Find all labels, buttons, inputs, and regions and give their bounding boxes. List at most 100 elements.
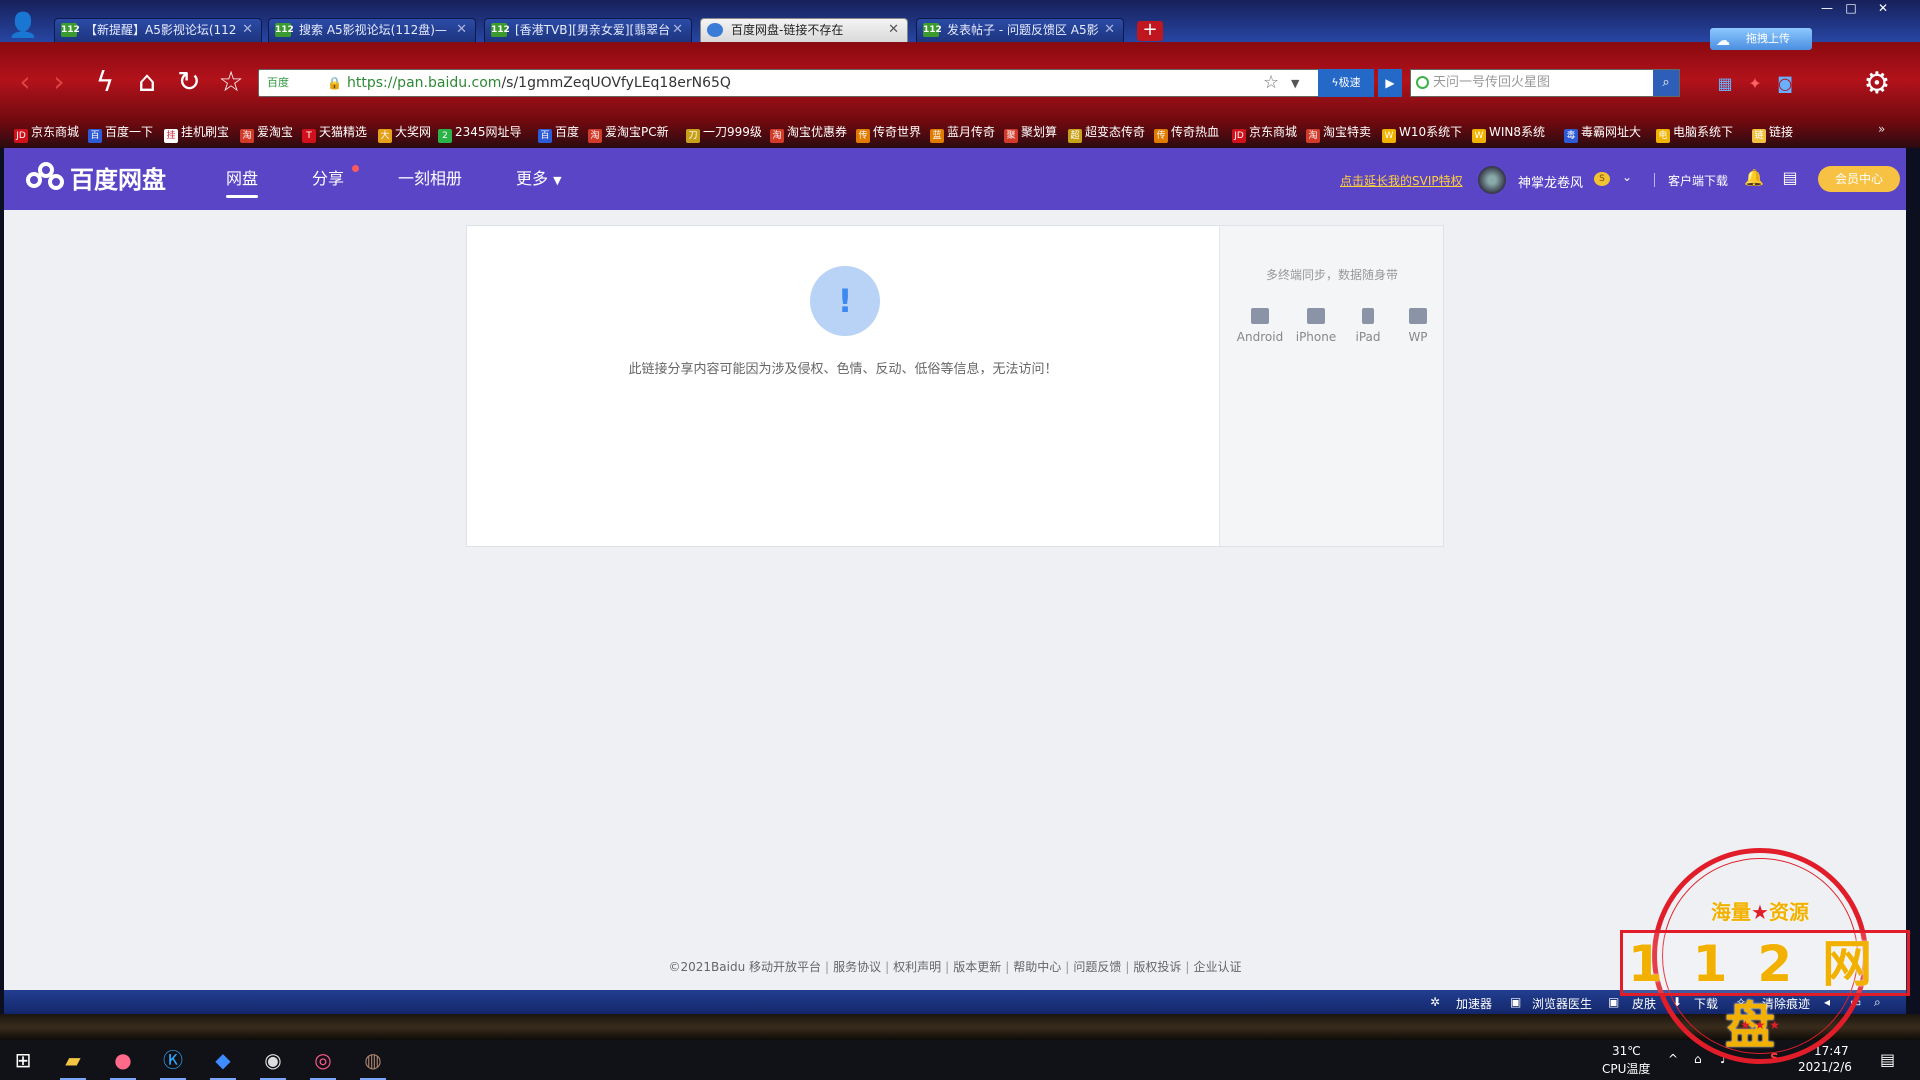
bookmark-item[interactable]: 链链接 <box>1752 124 1793 143</box>
bookmark-item[interactable]: 百百度一下 <box>88 124 153 143</box>
media-player-icon[interactable]: ◉ <box>258 1046 288 1080</box>
maximize-icon[interactable]: □ <box>1840 0 1862 16</box>
search-input[interactable]: 天问一号传回火星图 <box>1433 70 1653 96</box>
certificate-badge[interactable]: 百度 <box>267 75 313 91</box>
new-tab-button[interactable]: + <box>1137 21 1163 41</box>
close-icon[interactable]: ✕ <box>672 19 683 41</box>
close-icon[interactable]: ✕ <box>888 19 899 41</box>
bookmark-item[interactable]: 淘淘宝特卖 <box>1306 124 1371 143</box>
download-button[interactable]: 下载 <box>1694 995 1718 1012</box>
tab-2[interactable]: 112 搜索 A5影视论坛(112盘)— ✕ <box>268 18 476 42</box>
refresh-icon[interactable]: ↻ <box>172 65 206 99</box>
bookmark-item[interactable]: 传传奇热血 <box>1154 124 1219 143</box>
bookmark-item[interactable]: 传传奇世界 <box>856 124 921 143</box>
browser-app-icon[interactable]: ◎ <box>308 1046 338 1080</box>
svip-extend-link[interactable]: 点击延长我的SVIP特权 <box>1340 172 1463 189</box>
user-profile-icon[interactable]: 👤 <box>6 12 40 38</box>
browser-doctor-button[interactable]: 浏览器医生 <box>1532 995 1592 1012</box>
clipboard-icon[interactable]: ▤ <box>1780 167 1800 189</box>
footer-link[interactable]: 企业认证 <box>1193 960 1241 974</box>
game-app-icon[interactable]: ◍ <box>358 1046 388 1080</box>
footer-link[interactable]: 移动开放平台 <box>749 960 821 974</box>
back-icon[interactable]: ‹ <box>8 65 42 99</box>
bird-app-icon[interactable]: ◆ <box>208 1046 238 1080</box>
tab-active-baidu[interactable]: 百度网盘-链接不存在 ✕ <box>700 18 908 42</box>
drag-upload-button[interactable]: ☁ 拖拽上传 <box>1710 28 1812 50</box>
network-icon[interactable]: ⌂ <box>1694 1052 1702 1066</box>
file-explorer-icon[interactable]: ▰ <box>58 1046 88 1080</box>
bookmark-item[interactable]: 挂挂机刷宝 <box>164 124 229 143</box>
bell-icon[interactable]: 🔔 <box>1744 167 1764 189</box>
nav-more[interactable]: 更多 ▼ <box>516 168 562 192</box>
nav-share[interactable]: 分享 <box>312 168 344 190</box>
tab-1[interactable]: 112 【新提醒】A5影视论坛(112 ✕ <box>54 18 262 42</box>
home-icon[interactable]: ⌂ <box>130 65 164 99</box>
screenshot-icon[interactable]: ◙ <box>1774 73 1796 95</box>
close-icon[interactable]: ✕ <box>1104 19 1115 41</box>
clock-date[interactable]: 2021/2/6 <box>1798 1060 1852 1074</box>
address-bar[interactable]: 百度 🔒 https://pan.baidu.com/s/1gmmZeqUOVf… <box>258 69 1322 97</box>
chevron-up-icon[interactable]: ^ <box>1668 1052 1678 1066</box>
speed-mode-button[interactable]: ϟ极速 <box>1318 69 1374 97</box>
chevron-down-icon[interactable]: ⌄ <box>1622 170 1632 184</box>
accelerator-button[interactable]: 加速器 <box>1456 995 1492 1012</box>
skin-button[interactable]: 皮肤 <box>1632 995 1656 1012</box>
pin-icon[interactable]: ✲ <box>1430 995 1440 1009</box>
footer-link[interactable]: 帮助中心 <box>1013 960 1061 974</box>
baidu-pan-logo[interactable]: 百度网盘 <box>26 162 166 197</box>
bookmark-star-icon[interactable]: ☆ <box>1263 70 1279 96</box>
paint-drop-icon[interactable]: ● <box>108 1046 138 1080</box>
grid-tool-icon[interactable]: ▦ <box>1714 73 1736 95</box>
platform-ipad[interactable]: iPad <box>1340 308 1396 344</box>
search-icon[interactable]: ⌕ <box>1653 70 1679 96</box>
close-icon[interactable]: ✕ <box>456 19 467 41</box>
game-icon[interactable]: ✦ <box>1744 73 1766 95</box>
bookmark-item[interactable]: 淘爱淘宝PC新 <box>588 124 669 143</box>
username[interactable]: 神掌龙卷风 <box>1518 172 1583 191</box>
bookmark-item[interactable]: W WIN8系统 <box>1472 124 1545 143</box>
windows-start-icon[interactable]: ⊞ <box>8 1046 38 1074</box>
tab-5[interactable]: 112 发表帖子 - 问题反馈区 A5影 ✕ <box>916 18 1124 42</box>
forward-icon[interactable]: › <box>42 65 76 99</box>
bookmark-item[interactable]: JD 京东商城 <box>14 124 79 143</box>
footer-link[interactable]: 版本更新 <box>953 960 1001 974</box>
bookmark-item[interactable]: W W10系统下 <box>1382 124 1462 143</box>
sogou-ime-icon[interactable]: S <box>1770 1051 1779 1065</box>
favorites-star-icon[interactable]: ☆ <box>214 65 248 99</box>
bookmark-item[interactable]: 超超变态传奇 <box>1068 124 1145 143</box>
bookmark-item[interactable]: 电电脑系统下 <box>1656 124 1733 143</box>
window-close-icon[interactable]: ✕ <box>1872 0 1894 16</box>
client-download-link[interactable]: 客户端下载 <box>1668 172 1728 189</box>
nav-netdisk[interactable]: 网盘 <box>226 168 259 198</box>
bookmark-item[interactable]: 聚聚划算 <box>1004 124 1057 143</box>
clock-time[interactable]: 17:47 <box>1814 1044 1849 1058</box>
chevron-down-icon[interactable]: ▼ <box>1291 70 1299 97</box>
avatar[interactable] <box>1478 166 1506 194</box>
bookmark-item[interactable]: 淘淘宝优惠券 <box>770 124 847 143</box>
gear-icon[interactable]: ⚙ <box>1860 67 1894 101</box>
platform-android[interactable]: Android <box>1232 308 1288 344</box>
notification-icon[interactable]: ▤ <box>1880 1050 1895 1069</box>
bookmark-item[interactable]: 刀一刀999级 <box>686 124 762 143</box>
platform-wp[interactable]: WP <box>1390 308 1446 344</box>
url-text[interactable]: https://pan.baidu.com/s/1gmmZeqUOVfyLEq1… <box>347 70 731 97</box>
bookmark-item[interactable]: T 天猫精选 <box>302 124 367 143</box>
clear-traces-button[interactable]: 清除痕迹 <box>1762 995 1810 1012</box>
bookmark-item[interactable]: 蓝蓝月传奇 <box>930 124 995 143</box>
volume-icon[interactable]: ◂ <box>1824 995 1830 1009</box>
footer-link[interactable]: 版权投诉 <box>1133 960 1181 974</box>
footer-link[interactable]: 权利声明 <box>893 960 941 974</box>
search-box[interactable]: 天问一号传回火星图 ⌕ <box>1410 69 1680 97</box>
close-icon[interactable]: ✕ <box>242 19 253 41</box>
platform-iphone[interactable]: iPhone <box>1288 308 1344 344</box>
bookmark-item[interactable]: 大大奖网 <box>378 124 431 143</box>
k-app-icon[interactable]: Ⓚ <box>158 1046 188 1080</box>
bookmark-item[interactable]: 淘爱淘宝 <box>240 124 293 143</box>
footer-link[interactable]: 问题反馈 <box>1073 960 1121 974</box>
bookmark-item[interactable]: JD 京东商城 <box>1232 124 1297 143</box>
chevron-right-icon[interactable]: » <box>1878 122 1885 136</box>
speaker-icon[interactable]: ♪ <box>1720 1052 1728 1066</box>
go-button[interactable]: ▶ <box>1378 69 1402 97</box>
bookmark-item[interactable]: 毒毒霸网址大 <box>1564 124 1641 143</box>
vip-center-button[interactable]: 会员中心 <box>1818 166 1900 192</box>
